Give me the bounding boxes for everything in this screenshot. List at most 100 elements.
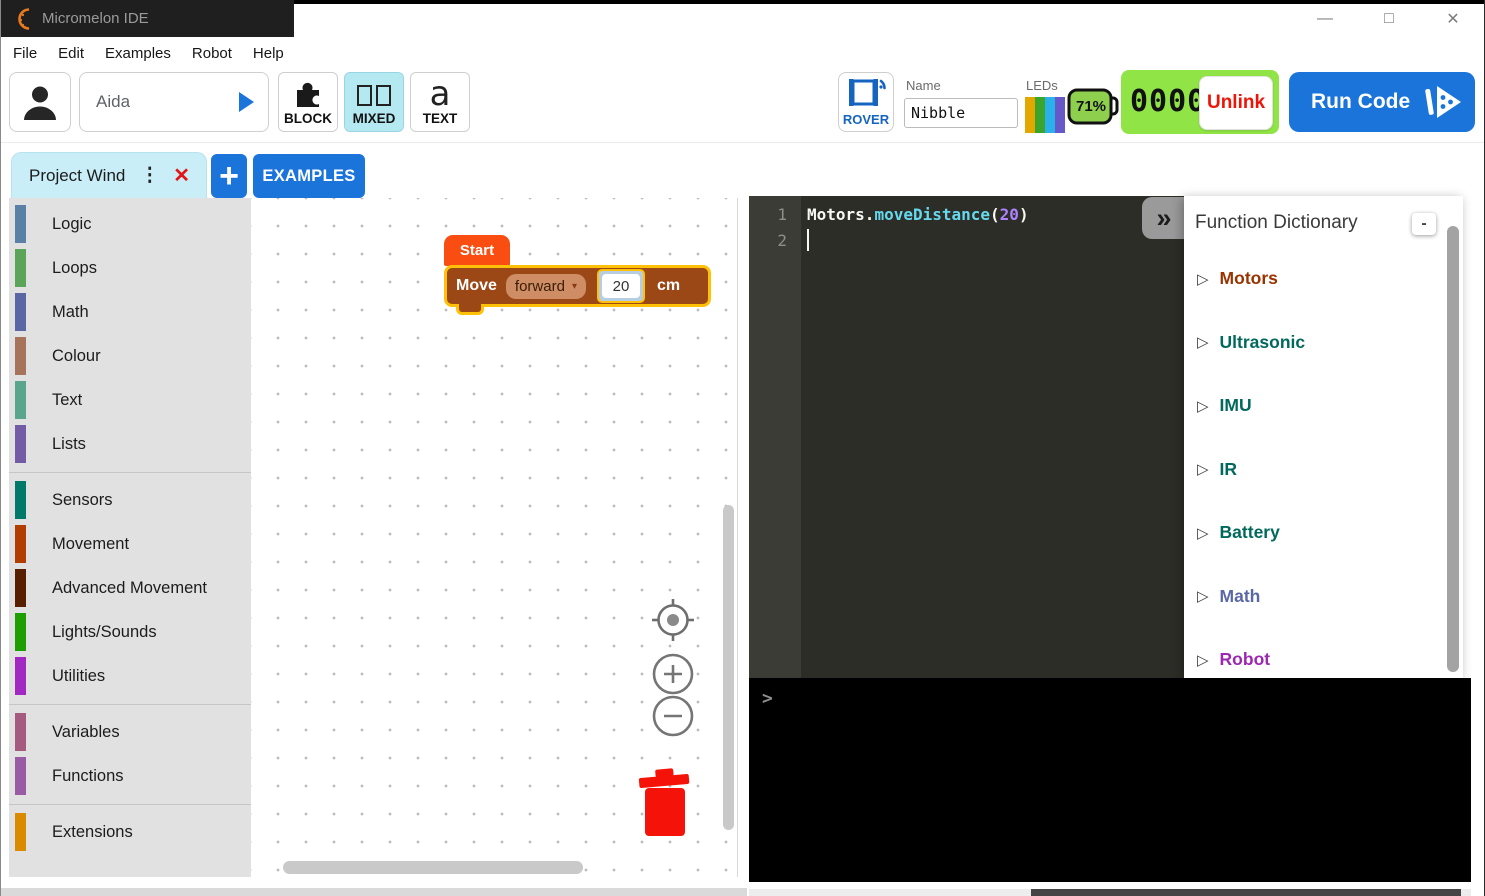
dictionary-entry-label: Math (1220, 586, 1261, 607)
code-line-1[interactable]: Motors.moveDistance(20) (807, 202, 1029, 228)
toolbox-category-sensors[interactable]: Sensors (9, 478, 251, 522)
direction-dropdown[interactable]: forward ▾ (506, 274, 586, 299)
expand-triangle-icon[interactable]: ▷ (1197, 270, 1209, 288)
text-a-icon: a (430, 80, 451, 108)
tab-bar: Project Wind ⋮ ✕ + EXAMPLES (1, 150, 1484, 198)
toolbox-category-colour[interactable]: Colour (9, 334, 251, 378)
toolbox-category-math[interactable]: Math (9, 290, 251, 334)
project-tab[interactable]: Project Wind ⋮ ✕ (11, 152, 207, 198)
dictionary-scrollbar[interactable] (1447, 226, 1459, 672)
expand-triangle-icon[interactable]: ▷ (1197, 397, 1209, 415)
toolbox-category-functions[interactable]: Functions (9, 754, 251, 798)
dictionary-entry-math[interactable]: ▷ Math (1197, 586, 1260, 607)
toolbox-category-logic[interactable]: Logic (9, 202, 251, 246)
category-label: Lists (52, 435, 86, 454)
dictionary-minimize-button[interactable]: - (1412, 213, 1436, 235)
zoom-in-button[interactable] (651, 652, 695, 696)
toolbox-category-extensions[interactable]: Extensions (9, 810, 251, 854)
led-stripe (1045, 97, 1055, 133)
window-controls: — □ ✕ (1306, 4, 1472, 34)
category-label: Logic (52, 215, 91, 234)
block-workspace[interactable]: Start Move forward ▾ 20 cm (251, 198, 738, 877)
user-avatar-icon (20, 82, 60, 122)
zoom-out-button[interactable] (651, 694, 695, 738)
category-label: Functions (52, 767, 124, 786)
expand-triangle-icon[interactable]: ▷ (1197, 333, 1209, 351)
toolbox-category-lists[interactable]: Lists (9, 422, 251, 466)
menu-help[interactable]: Help (251, 45, 286, 62)
toolbox-category-utilities[interactable]: Utilities (9, 654, 251, 698)
mode-button-block[interactable]: BLOCK (278, 72, 338, 132)
console-output[interactable]: > (749, 678, 1471, 882)
bottom-scrollbar-thumb[interactable] (1031, 889, 1461, 896)
start-block[interactable]: Start (444, 235, 510, 266)
puzzle-icon (291, 76, 325, 108)
tab-menu-icon[interactable]: ⋮ (140, 164, 159, 187)
dictionary-entry-ultrasonic[interactable]: ▷Ultrasonic (1197, 332, 1305, 353)
expand-triangle-icon[interactable]: ▷ (1197, 587, 1209, 605)
menu-examples[interactable]: Examples (103, 45, 173, 62)
menu-robot[interactable]: Robot (190, 45, 234, 62)
mixed-panels-icon (357, 85, 391, 106)
melon-play-icon (1425, 82, 1463, 122)
expand-triangle-icon[interactable]: ▷ (1197, 460, 1209, 478)
menu-file[interactable]: File (11, 45, 39, 62)
function-dictionary-panel: Function Dictionary - ▷Motors▷Ultrasonic… (1184, 196, 1463, 678)
dictionary-entry-imu[interactable]: ▷IMU (1197, 395, 1252, 416)
dictionary-entry-ir[interactable]: ▷IR (1197, 459, 1237, 480)
project-name-button[interactable]: Aida (79, 72, 269, 132)
toolbox-divider (9, 798, 251, 810)
led-color-strip[interactable] (1025, 97, 1065, 133)
title-bar: Micromelon IDE — □ ✕ (1, 0, 1484, 40)
new-tab-button[interactable]: + (211, 154, 247, 198)
toolbox-category-lights-sounds[interactable]: Lights/Sounds (9, 610, 251, 654)
maximize-button[interactable]: □ (1370, 4, 1408, 34)
toolbox-category-variables[interactable]: Variables (9, 710, 251, 754)
category-label: Utilities (52, 667, 105, 686)
code-token: Motors (807, 205, 865, 224)
move-block-label: Move (456, 277, 497, 295)
toolbox-category-advanced-movement[interactable]: Advanced Movement (9, 566, 251, 610)
toolbox-category-movement[interactable]: Movement (9, 522, 251, 566)
minimize-button[interactable]: — (1306, 4, 1344, 34)
workspace-vertical-scrollbar[interactable] (723, 505, 734, 830)
toolbox-category-text[interactable]: Text (9, 378, 251, 422)
code-token: ( (990, 205, 1000, 224)
dictionary-entry-robot[interactable]: ▷Robot (1197, 649, 1270, 670)
name-field-label: Name (906, 78, 941, 93)
line-number-gutter: 12 (749, 196, 801, 678)
rover-icon (844, 74, 888, 112)
tab-close-icon[interactable]: ✕ (173, 163, 190, 188)
dictionary-entry-motors[interactable]: ▷Motors (1197, 268, 1278, 289)
distance-value[interactable]: 20 (602, 274, 640, 298)
account-button[interactable] (9, 72, 71, 132)
category-color-bar (15, 249, 26, 287)
battery-indicator: 71% (1067, 86, 1121, 128)
mode-label: TEXT (423, 111, 458, 126)
workspace-horizontal-scrollbar[interactable] (283, 861, 583, 874)
play-icon[interactable] (239, 92, 254, 112)
mode-button-mixed[interactable]: MIXED (344, 72, 404, 132)
category-label: Math (52, 303, 89, 322)
menu-edit[interactable]: Edit (56, 45, 86, 62)
move-block[interactable]: Move forward ▾ 20 cm (444, 265, 711, 307)
close-button[interactable]: ✕ (1434, 4, 1472, 34)
distance-shadow-block[interactable]: 20 (597, 269, 645, 303)
recenter-button[interactable] (651, 598, 695, 642)
category-label: Extensions (52, 823, 133, 842)
mode-button-text[interactable]: a TEXT (410, 72, 470, 132)
direction-value: forward (515, 278, 565, 295)
unlink-button[interactable]: Unlink (1199, 76, 1273, 130)
category-label: Colour (52, 347, 101, 366)
category-color-bar (15, 293, 26, 331)
rover-connect-button[interactable]: ROVER (838, 72, 894, 132)
run-code-button[interactable]: Run Code (1289, 72, 1475, 132)
dictionary-entry-battery[interactable]: ▷Battery (1197, 522, 1280, 543)
toolbox-category-loops[interactable]: Loops (9, 246, 251, 290)
robot-name-input[interactable] (904, 98, 1018, 128)
examples-button[interactable]: EXAMPLES (253, 154, 365, 198)
expand-triangle-icon[interactable]: ▷ (1197, 651, 1209, 669)
trash-icon[interactable] (636, 768, 692, 840)
expand-editor-button[interactable]: » (1142, 197, 1186, 239)
expand-triangle-icon[interactable]: ▷ (1197, 524, 1209, 542)
